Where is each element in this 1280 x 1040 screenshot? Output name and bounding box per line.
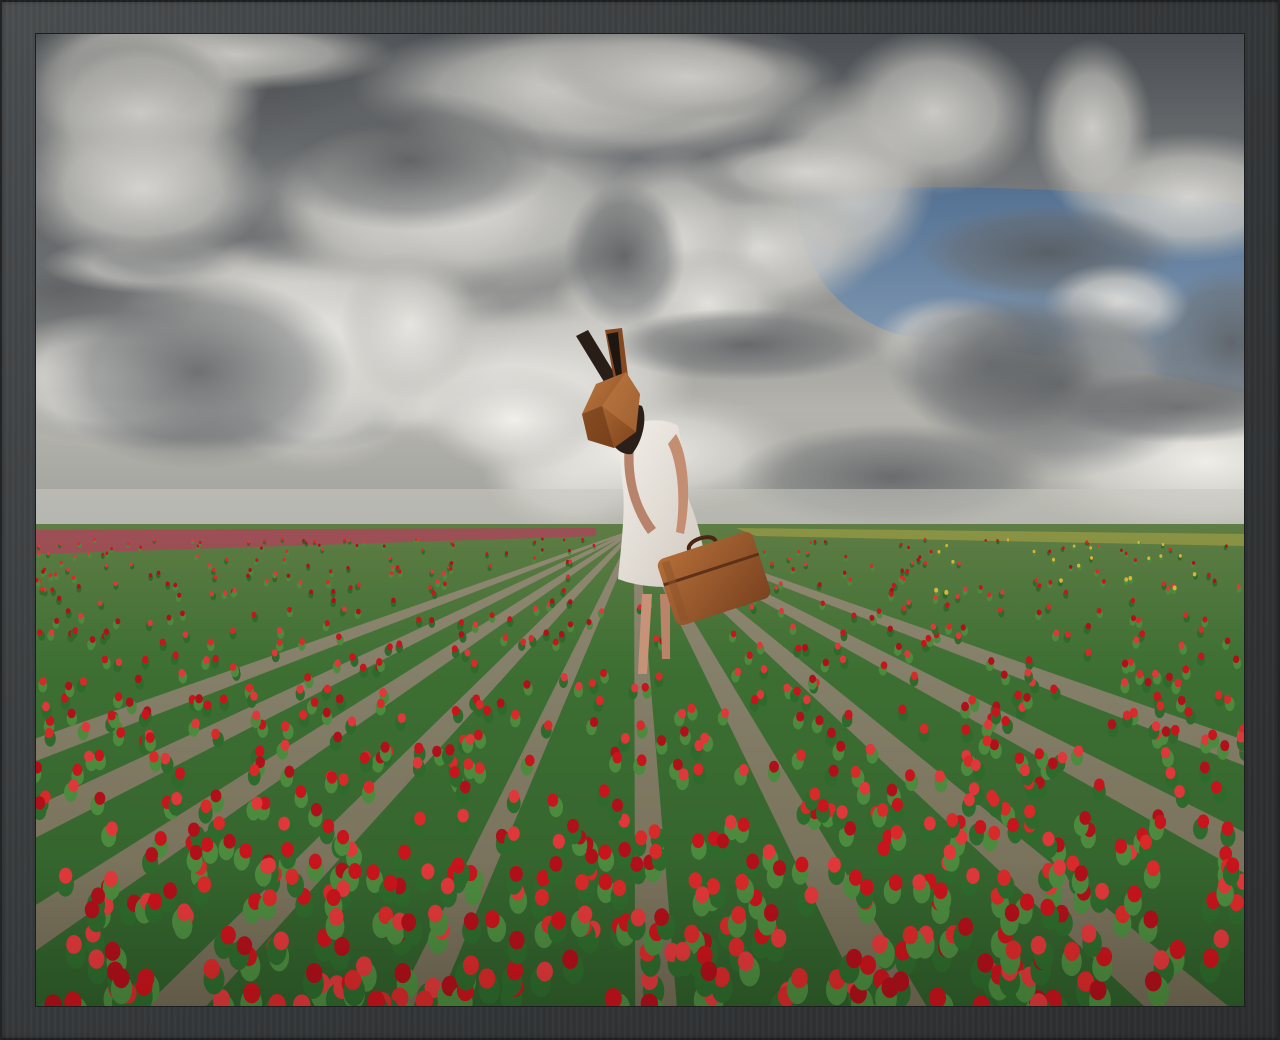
photo-vignette [36,34,1244,1006]
picture-frame [0,0,1280,1040]
photo-scene [36,34,1244,1006]
framed-photograph [36,34,1244,1006]
